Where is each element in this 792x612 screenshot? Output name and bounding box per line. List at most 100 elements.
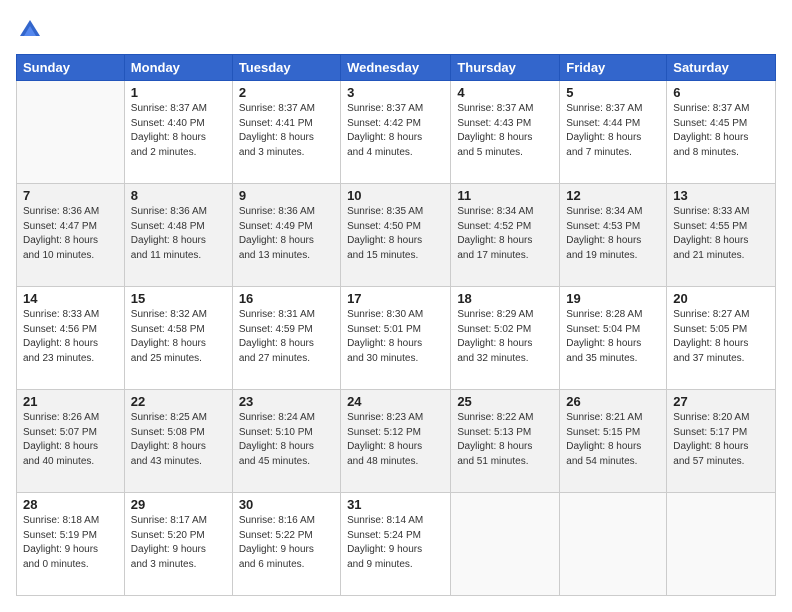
- day-number: 13: [673, 188, 769, 203]
- weekday-tuesday: Tuesday: [232, 55, 340, 81]
- page: SundayMondayTuesdayWednesdayThursdayFrid…: [0, 0, 792, 612]
- day-number: 23: [239, 394, 334, 409]
- day-info: Sunrise: 8:37 AM Sunset: 4:40 PM Dayligh…: [131, 102, 226, 160]
- day-info: Sunrise: 8:36 AM Sunset: 4:49 PM Dayligh…: [239, 205, 334, 263]
- day-info: Sunrise: 8:28 AM Sunset: 5:04 PM Dayligh…: [566, 308, 660, 366]
- calendar-cell: 21 Sunrise: 8:26 AM Sunset: 5:07 PM Dayli…: [17, 390, 125, 493]
- calendar-week-row: 21 Sunrise: 8:26 AM Sunset: 5:07 PM Dayli…: [17, 390, 776, 493]
- calendar-cell: 6 Sunrise: 8:37 AM Sunset: 4:45 PM Daylig…: [667, 81, 776, 184]
- day-info: Sunrise: 8:37 AM Sunset: 4:45 PM Dayligh…: [673, 102, 769, 160]
- day-info: Sunrise: 8:23 AM Sunset: 5:12 PM Dayligh…: [347, 411, 444, 469]
- calendar-cell: 3 Sunrise: 8:37 AM Sunset: 4:42 PM Daylig…: [341, 81, 451, 184]
- weekday-sunday: Sunday: [17, 55, 125, 81]
- calendar-cell: [17, 81, 125, 184]
- day-info: Sunrise: 8:34 AM Sunset: 4:52 PM Dayligh…: [457, 205, 553, 263]
- day-number: 9: [239, 188, 334, 203]
- calendar-cell: [667, 493, 776, 596]
- day-number: 4: [457, 85, 553, 100]
- day-number: 12: [566, 188, 660, 203]
- day-info: Sunrise: 8:33 AM Sunset: 4:55 PM Dayligh…: [673, 205, 769, 263]
- day-number: 3: [347, 85, 444, 100]
- calendar-week-row: 14 Sunrise: 8:33 AM Sunset: 4:56 PM Dayli…: [17, 287, 776, 390]
- day-info: Sunrise: 8:37 AM Sunset: 4:41 PM Dayligh…: [239, 102, 334, 160]
- calendar-cell: 18 Sunrise: 8:29 AM Sunset: 5:02 PM Dayli…: [451, 287, 560, 390]
- calendar-cell: 5 Sunrise: 8:37 AM Sunset: 4:44 PM Daylig…: [560, 81, 667, 184]
- weekday-header-row: SundayMondayTuesdayWednesdayThursdayFrid…: [17, 55, 776, 81]
- day-number: 27: [673, 394, 769, 409]
- day-info: Sunrise: 8:36 AM Sunset: 4:47 PM Dayligh…: [23, 205, 118, 263]
- calendar-week-row: 1 Sunrise: 8:37 AM Sunset: 4:40 PM Daylig…: [17, 81, 776, 184]
- calendar-cell: 26 Sunrise: 8:21 AM Sunset: 5:15 PM Dayli…: [560, 390, 667, 493]
- day-number: 2: [239, 85, 334, 100]
- day-number: 5: [566, 85, 660, 100]
- day-info: Sunrise: 8:37 AM Sunset: 4:43 PM Dayligh…: [457, 102, 553, 160]
- calendar-cell: 13 Sunrise: 8:33 AM Sunset: 4:55 PM Dayli…: [667, 184, 776, 287]
- day-number: 31: [347, 497, 444, 512]
- calendar-cell: 4 Sunrise: 8:37 AM Sunset: 4:43 PM Daylig…: [451, 81, 560, 184]
- weekday-monday: Monday: [124, 55, 232, 81]
- day-number: 14: [23, 291, 118, 306]
- calendar-cell: [451, 493, 560, 596]
- day-number: 26: [566, 394, 660, 409]
- day-info: Sunrise: 8:37 AM Sunset: 4:44 PM Dayligh…: [566, 102, 660, 160]
- day-number: 29: [131, 497, 226, 512]
- day-info: Sunrise: 8:24 AM Sunset: 5:10 PM Dayligh…: [239, 411, 334, 469]
- day-number: 28: [23, 497, 118, 512]
- day-number: 1: [131, 85, 226, 100]
- day-number: 19: [566, 291, 660, 306]
- calendar-cell: 23 Sunrise: 8:24 AM Sunset: 5:10 PM Dayli…: [232, 390, 340, 493]
- calendar-cell: 7 Sunrise: 8:36 AM Sunset: 4:47 PM Daylig…: [17, 184, 125, 287]
- calendar-cell: 12 Sunrise: 8:34 AM Sunset: 4:53 PM Dayli…: [560, 184, 667, 287]
- day-number: 16: [239, 291, 334, 306]
- day-number: 15: [131, 291, 226, 306]
- day-number: 11: [457, 188, 553, 203]
- calendar-cell: 11 Sunrise: 8:34 AM Sunset: 4:52 PM Dayli…: [451, 184, 560, 287]
- day-number: 10: [347, 188, 444, 203]
- day-info: Sunrise: 8:36 AM Sunset: 4:48 PM Dayligh…: [131, 205, 226, 263]
- day-number: 7: [23, 188, 118, 203]
- day-info: Sunrise: 8:29 AM Sunset: 5:02 PM Dayligh…: [457, 308, 553, 366]
- calendar-cell: 28 Sunrise: 8:18 AM Sunset: 5:19 PM Dayli…: [17, 493, 125, 596]
- calendar-cell: 1 Sunrise: 8:37 AM Sunset: 4:40 PM Daylig…: [124, 81, 232, 184]
- calendar-cell: 2 Sunrise: 8:37 AM Sunset: 4:41 PM Daylig…: [232, 81, 340, 184]
- day-number: 25: [457, 394, 553, 409]
- day-info: Sunrise: 8:21 AM Sunset: 5:15 PM Dayligh…: [566, 411, 660, 469]
- calendar-cell: 10 Sunrise: 8:35 AM Sunset: 4:50 PM Dayli…: [341, 184, 451, 287]
- calendar-cell: 31Sunrise: 8:14 AM Sunset: 5:24 PM Dayli…: [341, 493, 451, 596]
- calendar-cell: [560, 493, 667, 596]
- day-info: Sunrise: 8:26 AM Sunset: 5:07 PM Dayligh…: [23, 411, 118, 469]
- day-info: Sunrise: 8:37 AM Sunset: 4:42 PM Dayligh…: [347, 102, 444, 160]
- day-number: 18: [457, 291, 553, 306]
- calendar-cell: 9 Sunrise: 8:36 AM Sunset: 4:49 PM Daylig…: [232, 184, 340, 287]
- weekday-wednesday: Wednesday: [341, 55, 451, 81]
- calendar-week-row: 28 Sunrise: 8:18 AM Sunset: 5:19 PM Dayli…: [17, 493, 776, 596]
- calendar-cell: 24Sunrise: 8:23 AM Sunset: 5:12 PM Dayli…: [341, 390, 451, 493]
- calendar-cell: 20 Sunrise: 8:27 AM Sunset: 5:05 PM Dayli…: [667, 287, 776, 390]
- calendar-week-row: 7 Sunrise: 8:36 AM Sunset: 4:47 PM Daylig…: [17, 184, 776, 287]
- day-info: Sunrise: 8:18 AM Sunset: 5:19 PM Dayligh…: [23, 514, 118, 572]
- day-info: Sunrise: 8:33 AM Sunset: 4:56 PM Dayligh…: [23, 308, 118, 366]
- logo: [16, 16, 48, 44]
- day-info: Sunrise: 8:25 AM Sunset: 5:08 PM Dayligh…: [131, 411, 226, 469]
- calendar-cell: 14 Sunrise: 8:33 AM Sunset: 4:56 PM Dayli…: [17, 287, 125, 390]
- calendar: SundayMondayTuesdayWednesdayThursdayFrid…: [16, 54, 776, 596]
- day-info: Sunrise: 8:27 AM Sunset: 5:05 PM Dayligh…: [673, 308, 769, 366]
- day-info: Sunrise: 8:22 AM Sunset: 5:13 PM Dayligh…: [457, 411, 553, 469]
- day-info: Sunrise: 8:34 AM Sunset: 4:53 PM Dayligh…: [566, 205, 660, 263]
- day-info: Sunrise: 8:17 AM Sunset: 5:20 PM Dayligh…: [131, 514, 226, 572]
- header: [16, 16, 776, 44]
- weekday-friday: Friday: [560, 55, 667, 81]
- day-info: Sunrise: 8:32 AM Sunset: 4:58 PM Dayligh…: [131, 308, 226, 366]
- day-number: 22: [131, 394, 226, 409]
- day-number: 20: [673, 291, 769, 306]
- day-number: 6: [673, 85, 769, 100]
- day-number: 17: [347, 291, 444, 306]
- calendar-cell: 17Sunrise: 8:30 AM Sunset: 5:01 PM Dayli…: [341, 287, 451, 390]
- day-info: Sunrise: 8:35 AM Sunset: 4:50 PM Dayligh…: [347, 205, 444, 263]
- calendar-cell: 27 Sunrise: 8:20 AM Sunset: 5:17 PM Dayli…: [667, 390, 776, 493]
- day-info: Sunrise: 8:20 AM Sunset: 5:17 PM Dayligh…: [673, 411, 769, 469]
- weekday-thursday: Thursday: [451, 55, 560, 81]
- day-info: Sunrise: 8:31 AM Sunset: 4:59 PM Dayligh…: [239, 308, 334, 366]
- day-number: 21: [23, 394, 118, 409]
- calendar-cell: 30Sunrise: 8:16 AM Sunset: 5:22 PM Dayli…: [232, 493, 340, 596]
